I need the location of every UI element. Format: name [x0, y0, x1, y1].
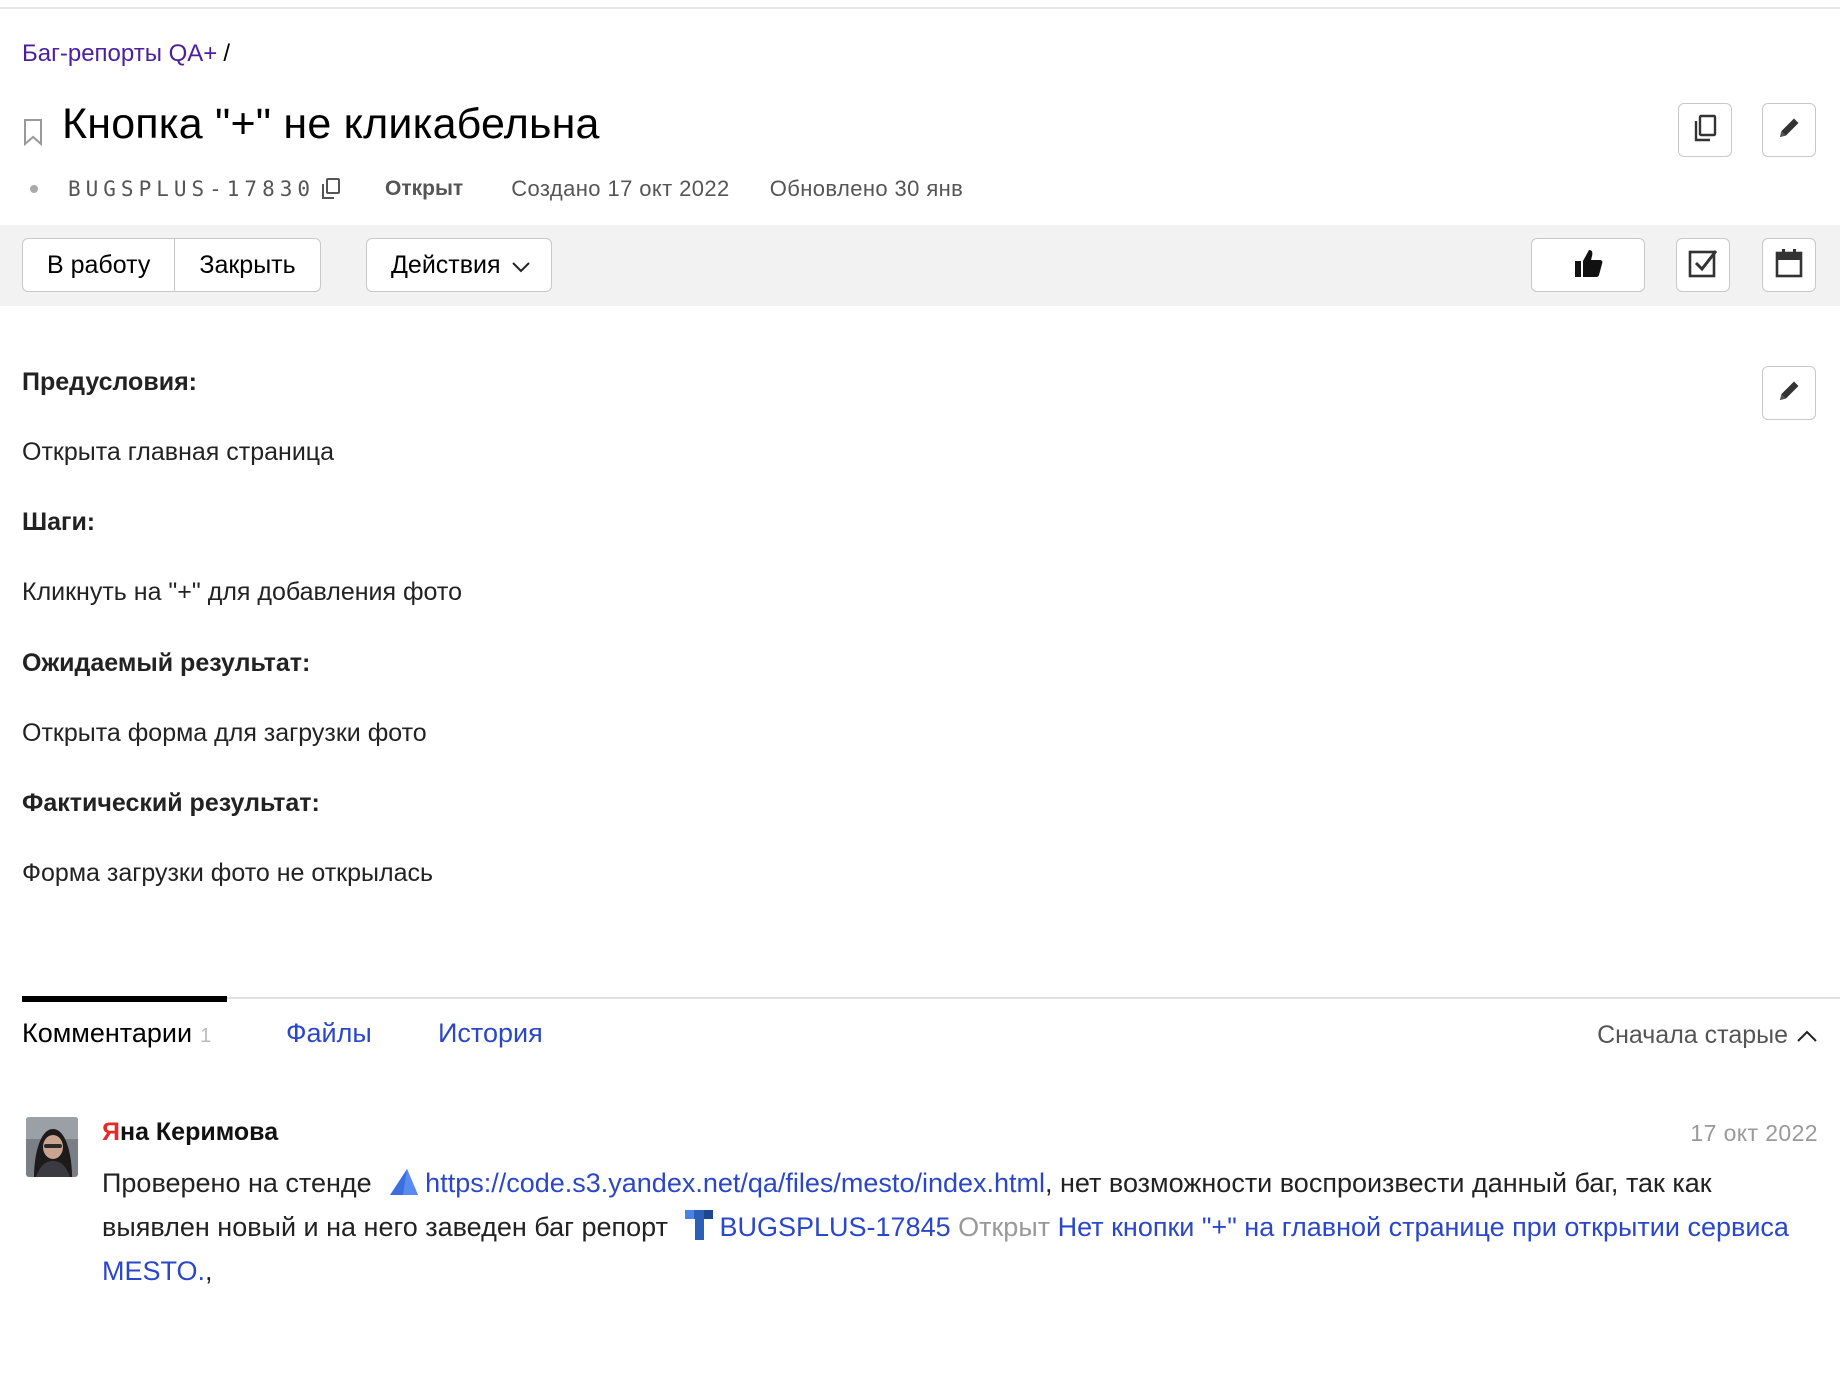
tab-files[interactable]: Файлы — [286, 1018, 372, 1049]
expected-text: Открыта форма для загрузки фото — [22, 719, 427, 747]
bookmark-icon[interactable] — [22, 118, 48, 152]
active-tab-indicator — [22, 996, 227, 1002]
linked-issue-status: Открыт — [958, 1212, 1051, 1242]
updated-date: Обновлено 30 янв — [769, 176, 964, 201]
chevron-up-icon — [1788, 1021, 1818, 1050]
comment-date: 17 окт 2022 — [1690, 1120, 1818, 1146]
copy-icon — [1691, 113, 1719, 148]
issue-meta: BUGSPLUS-17830 Открыт Создано 17 окт 202… — [30, 176, 963, 202]
sort-label: Сначала старые — [1597, 1021, 1788, 1049]
page-title: Кнопка "+" не кликабельна — [62, 99, 600, 148]
expected-heading: Ожидаемый результат: — [22, 649, 311, 677]
tracker-icon — [685, 1210, 714, 1251]
vote-button[interactable] — [1531, 238, 1645, 292]
pencil-icon — [1775, 114, 1803, 147]
linked-issue-key[interactable]: BUGSPLUS-17845 — [719, 1212, 950, 1242]
edit-description-button[interactable] — [1762, 366, 1816, 420]
created-date: Создано 17 окт 2022 — [511, 176, 730, 201]
deadline-button[interactable] — [1762, 238, 1816, 292]
sort-toggle[interactable]: Сначала старые — [1597, 1021, 1818, 1050]
author-name-rest: на Керимова — [119, 1118, 279, 1146]
comment-body: Проверено на стенде https://code.s3.yand… — [102, 1163, 1822, 1291]
actual-text: Форма загрузки фото не открылась — [22, 859, 433, 887]
actual-heading: Фактический результат: — [22, 789, 320, 817]
breadcrumb: Баг-репорты QA+ / — [22, 40, 230, 68]
stand-link[interactable]: https://code.s3.yandex.net/qa/files/mest… — [425, 1168, 1045, 1198]
transition-buttons: В работу Закрыть — [22, 238, 321, 292]
tab-comments-label: Комментарии — [22, 1018, 193, 1048]
checkbox-icon — [1687, 247, 1719, 284]
checklist-button[interactable] — [1676, 238, 1730, 292]
breadcrumb-separator: / — [223, 40, 230, 67]
comment-trailing: , — [205, 1256, 213, 1286]
preconditions-heading: Предусловия: — [22, 368, 197, 396]
breadcrumb-queue-link[interactable]: Баг-репорты QA+ — [22, 40, 217, 67]
steps-heading: Шаги: — [22, 508, 96, 536]
copy-issue-button[interactable] — [1678, 103, 1732, 157]
action-toolbar: В работу Закрыть Действия — [0, 225, 1840, 306]
actions-label: Действия — [391, 250, 501, 279]
thumbs-up-icon — [1571, 246, 1605, 285]
calendar-icon — [1774, 247, 1804, 284]
issue-title-row: Кнопка "+" не кликабельна — [22, 96, 600, 152]
tab-comments[interactable]: Комментарии 1 — [22, 1018, 211, 1049]
author-initial: Я — [102, 1118, 120, 1146]
tab-history[interactable]: История — [438, 1018, 543, 1049]
comment-text-1: Проверено на стенде — [102, 1168, 372, 1198]
actions-dropdown[interactable]: Действия — [366, 238, 552, 292]
pencil-icon — [1775, 377, 1803, 410]
tabs-divider — [22, 997, 1840, 999]
yandex-triangle-icon — [389, 1167, 419, 1207]
in-work-button[interactable]: В работу — [23, 239, 174, 291]
priority-dot — [30, 185, 38, 193]
top-divider — [0, 7, 1840, 9]
edit-title-button[interactable] — [1762, 103, 1816, 157]
copy-key-icon[interactable] — [319, 177, 343, 201]
close-issue-button[interactable]: Закрыть — [174, 239, 319, 291]
comment-author[interactable]: Яна Керимова — [102, 1118, 278, 1147]
status-badge[interactable]: Открыт — [385, 177, 463, 201]
chevron-down-icon — [501, 251, 531, 280]
steps-text: Кликнуть на "+" для добавления фото — [22, 578, 462, 606]
issue-key: BUGSPLUS-17830 — [68, 177, 316, 201]
comments-count: 1 — [200, 1025, 212, 1047]
avatar[interactable] — [26, 1117, 78, 1177]
preconditions-text: Открыта главная страница — [22, 438, 335, 466]
